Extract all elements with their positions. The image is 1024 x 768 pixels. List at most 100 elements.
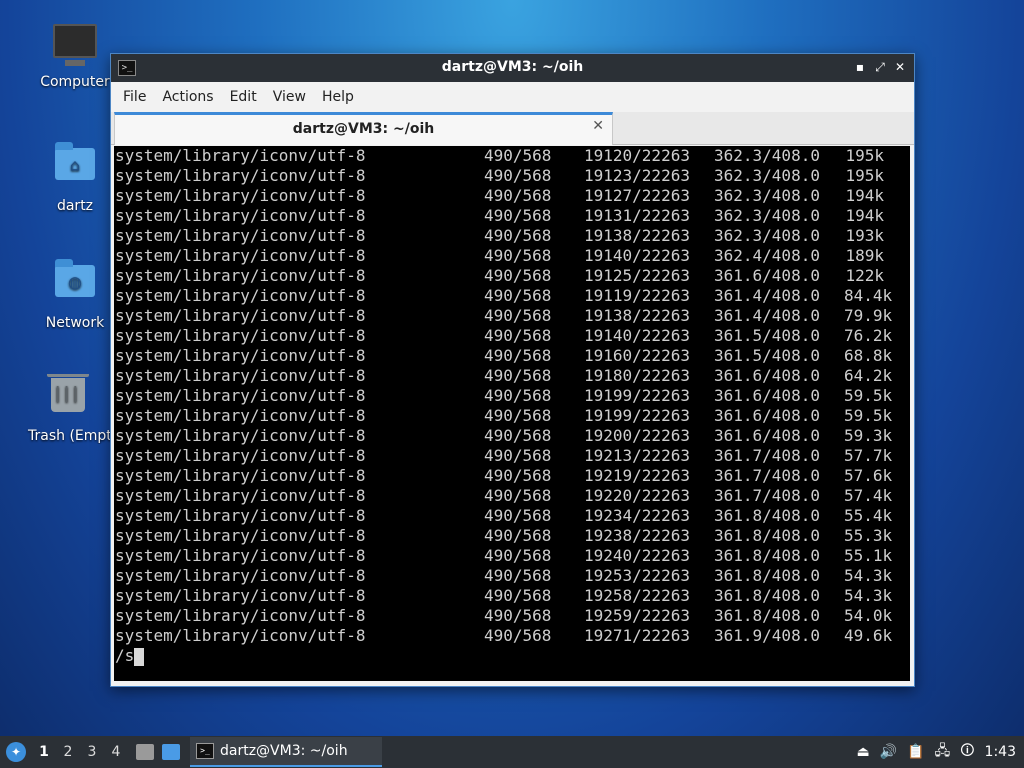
terminal-size: 361.8/408.0	[714, 546, 820, 565]
tab-terminal[interactable]: dartz@VM3: ~/oih ✕	[114, 112, 613, 145]
terminal-rate: 64.2k	[844, 366, 893, 385]
terminal-line: system/library/iconv/utf-8 490/568 19238/2…	[114, 526, 910, 546]
terminal-line: system/library/iconv/utf-8 490/568 19234/2…	[114, 506, 910, 526]
terminal-count: 490/568	[484, 466, 552, 485]
terminal-path: system/library/iconv/utf-8	[115, 346, 366, 365]
terminal-path: system/library/iconv/utf-8	[115, 386, 366, 405]
menu-actions[interactable]: Actions	[154, 89, 221, 105]
terminal-rate: 55.1k	[844, 546, 893, 565]
terminal-path: system/library/iconv/utf-8	[115, 206, 366, 225]
terminal-progress: 19258/22263	[584, 586, 690, 605]
desktop-icon-network[interactable]: ◍ Network	[27, 259, 123, 331]
terminal-progress: 19234/22263	[584, 506, 690, 525]
terminal-count: 490/568	[484, 526, 552, 545]
terminal-rate: 195k	[845, 146, 884, 165]
terminal-size: 361.4/408.0	[714, 286, 820, 305]
terminal-count: 490/568	[484, 506, 552, 525]
menu-bar: File Actions Edit View Help	[111, 82, 914, 112]
terminal-rate: 57.7k	[844, 446, 893, 465]
minimize-button[interactable]: ▪	[852, 59, 868, 75]
terminal-count: 490/568	[484, 286, 552, 305]
clipboard-icon[interactable]: 📋	[907, 744, 924, 760]
desktop-icon-trash[interactable]: Trash (Empty)	[20, 374, 116, 444]
terminal-size: 361.8/408.0	[714, 506, 820, 525]
menu-file[interactable]: File	[115, 89, 154, 105]
terminal-rate: 189k	[845, 246, 884, 265]
network-icon[interactable]: 🖧	[935, 740, 951, 764]
task-label: dartz@VM3: ~/oih	[220, 743, 348, 759]
terminal-line: system/library/iconv/utf-8 490/568 19138/2…	[114, 226, 910, 246]
terminal-progress: 19240/22263	[584, 546, 690, 565]
terminal-progress: 19125/22263	[584, 266, 690, 285]
terminal-count: 490/568	[484, 606, 552, 625]
terminal-size: 361.6/408.0	[714, 426, 820, 445]
terminal-line: system/library/iconv/utf-8 490/568 19213/2…	[114, 446, 910, 466]
start-menu-icon[interactable]: ✦	[6, 742, 26, 762]
terminal-path: system/library/iconv/utf-8	[115, 406, 366, 425]
terminal-size: 361.8/408.0	[714, 526, 820, 545]
window-title: dartz@VM3: ~/oih	[441, 59, 584, 75]
workspace-4[interactable]: 4	[104, 744, 128, 760]
terminal-line: system/library/iconv/utf-8 490/568 19123/2…	[114, 166, 910, 186]
terminal-count: 490/568	[484, 206, 552, 225]
terminal-count: 490/568	[484, 166, 552, 185]
terminal-progress: 19253/22263	[584, 566, 690, 585]
title-bar[interactable]: >_ dartz@VM3: ~/oih ▪ ⤢ ✕	[111, 54, 914, 82]
workspace-3[interactable]: 3	[80, 744, 104, 760]
taskbar: ✦ 1 2 3 4 >_ dartz@VM3: ~/oih ⏏ 🔊 📋 🖧 🛈 …	[0, 736, 1024, 768]
maximize-button[interactable]: ⤢	[872, 59, 888, 75]
system-tray: ⏏ 🔊 📋 🖧 🛈 1:43	[847, 740, 1024, 764]
terminal-progress: 19271/22263	[584, 626, 690, 645]
terminal-input-text: /s	[115, 646, 135, 665]
terminal-size: 362.3/408.0	[714, 166, 820, 185]
terminal-count: 490/568	[484, 386, 552, 405]
workspace-1[interactable]: 1	[32, 744, 56, 760]
terminal-count: 490/568	[484, 406, 552, 425]
desktop-icon-home[interactable]: ⌂ dartz	[27, 142, 123, 214]
terminal-path: system/library/iconv/utf-8	[115, 246, 366, 265]
notification-icon[interactable]: 🛈	[960, 740, 974, 764]
terminal-path: system/library/iconv/utf-8	[115, 166, 366, 185]
terminal-count: 490/568	[484, 146, 552, 165]
clock[interactable]: 1:43	[985, 744, 1016, 760]
terminal-rate: 194k	[845, 206, 884, 225]
terminal-path: system/library/iconv/utf-8	[115, 566, 366, 585]
terminal-count: 490/568	[484, 266, 552, 285]
terminal-progress: 19119/22263	[584, 286, 690, 305]
terminal-progress: 19123/22263	[584, 166, 690, 185]
menu-edit[interactable]: Edit	[222, 89, 265, 105]
terminal-icon: >_	[196, 743, 214, 759]
terminal-path: system/library/iconv/utf-8	[115, 226, 366, 245]
menu-help[interactable]: Help	[314, 89, 362, 105]
terminal-rate: 68.8k	[844, 346, 893, 365]
terminal-line: system/library/iconv/utf-8 490/568 19253/2…	[114, 566, 910, 586]
terminal-path: system/library/iconv/utf-8	[115, 506, 366, 525]
terminal-line: system/library/iconv/utf-8 490/568 19131/2…	[114, 206, 910, 226]
file-manager-icon[interactable]	[136, 744, 154, 760]
terminal-rate: 84.4k	[844, 286, 893, 305]
eject-icon[interactable]: ⏏	[857, 744, 870, 760]
taskbar-task-terminal[interactable]: >_ dartz@VM3: ~/oih	[190, 737, 382, 767]
volume-icon[interactable]: 🔊	[880, 744, 897, 760]
close-button[interactable]: ✕	[892, 59, 908, 75]
terminal-progress: 19238/22263	[584, 526, 690, 545]
terminal-line: system/library/iconv/utf-8 490/568 19258/2…	[114, 586, 910, 606]
terminal-progress: 19180/22263	[584, 366, 690, 385]
terminal-size: 361.8/408.0	[714, 586, 820, 605]
desktop-icon-computer[interactable]: Computer	[27, 24, 123, 90]
terminal-progress: 19138/22263	[584, 226, 690, 245]
terminal-prompt-line[interactable]: /s	[114, 646, 910, 666]
terminal-line: system/library/iconv/utf-8 490/568 19259/2…	[114, 606, 910, 626]
terminal-size: 361.9/408.0	[714, 626, 820, 645]
terminal-count: 490/568	[484, 626, 552, 645]
terminal-rate: 194k	[845, 186, 884, 205]
tab-close-icon[interactable]: ✕	[592, 118, 604, 134]
terminal-output[interactable]: system/library/iconv/utf-8 490/568 19120/2…	[114, 146, 910, 681]
workspace-2[interactable]: 2	[56, 744, 80, 760]
terminal-count: 490/568	[484, 366, 552, 385]
terminal-rate: 54.3k	[844, 566, 893, 585]
show-desktop-icon[interactable]	[162, 744, 180, 760]
terminal-line: system/library/iconv/utf-8 490/568 19127/2…	[114, 186, 910, 206]
terminal-line: system/library/iconv/utf-8 490/568 19271/2…	[114, 626, 910, 646]
menu-view[interactable]: View	[265, 89, 314, 105]
